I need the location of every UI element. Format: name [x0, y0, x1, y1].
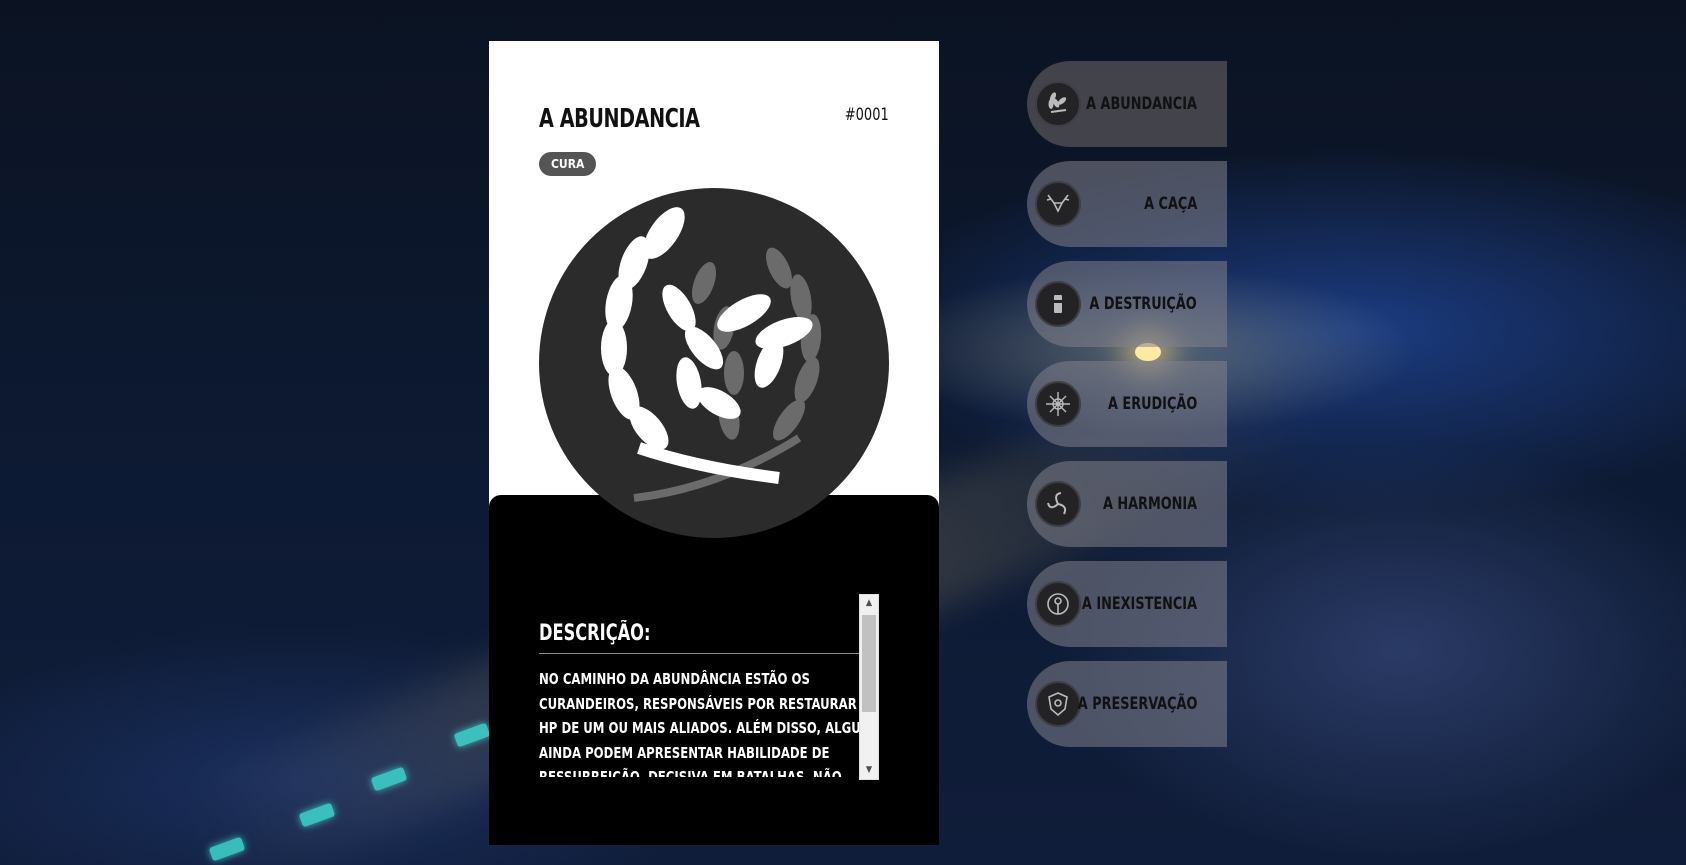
description-title: DESCRIÇÃO:: [539, 621, 651, 646]
wheat-laurel-icon: [539, 188, 889, 538]
eye-ring-icon: [1035, 581, 1081, 627]
description-scrollbar[interactable]: ▲ ▼: [859, 594, 879, 780]
path-item-preservacao[interactable]: A PRESERVAÇÃO: [1027, 661, 1227, 747]
wheat-icon: [1035, 81, 1081, 127]
scroll-up-arrow-icon[interactable]: ▲: [860, 595, 878, 612]
scroll-down-arrow-icon[interactable]: ▼: [860, 762, 878, 779]
path-item-destruicao[interactable]: A DESTRUIÇÃO: [1027, 261, 1227, 347]
stag-icon: [1035, 181, 1081, 227]
path-label: A PRESERVAÇÃO: [1077, 694, 1197, 714]
path-item-abundancia[interactable]: A ABUNDANCIA: [1027, 61, 1227, 147]
shield-crest-icon: [1035, 681, 1081, 727]
description-text: NO CAMINHO DA ABUNDÂNCIA ESTÃO OS CURAND…: [539, 670, 879, 777]
hammer-icon: [1035, 281, 1081, 327]
role-tag: CURA: [539, 152, 597, 176]
path-label: A ABUNDANCIA: [1086, 94, 1197, 114]
description-scroll-area[interactable]: NO CAMINHO DA ABUNDÂNCIA ESTÃO OS CURAND…: [539, 667, 879, 777]
path-item-erudicao[interactable]: A ERUDIÇÃO: [1027, 361, 1227, 447]
path-item-inexistencia[interactable]: A INEXISTENCIA: [1027, 561, 1227, 647]
path-list: A ABUNDANCIA A CAÇA A DESTRUIÇÃO A ERUDI…: [1027, 61, 1227, 761]
path-label: A DESTRUIÇÃO: [1089, 294, 1197, 314]
path-label: A ERUDIÇÃO: [1107, 394, 1197, 414]
path-label: A HARMONIA: [1102, 494, 1197, 514]
star-orb-icon: [1035, 381, 1081, 427]
path-label: A CAÇA: [1143, 194, 1197, 214]
triskele-icon: [1035, 481, 1081, 527]
card-id: #0001: [845, 105, 889, 125]
path-item-caca[interactable]: A CAÇA: [1027, 161, 1227, 247]
scrollbar-thumb[interactable]: [862, 615, 876, 712]
card-title: A ABUNDANCIA: [539, 104, 700, 134]
path-card: A ABUNDANCIA #0001 CURA DESCRIÇÃO: NO CA…: [489, 41, 939, 845]
path-item-harmonia[interactable]: A HARMONIA: [1027, 461, 1227, 547]
path-label: A INEXISTENCIA: [1081, 594, 1197, 614]
description-divider: [539, 653, 869, 654]
